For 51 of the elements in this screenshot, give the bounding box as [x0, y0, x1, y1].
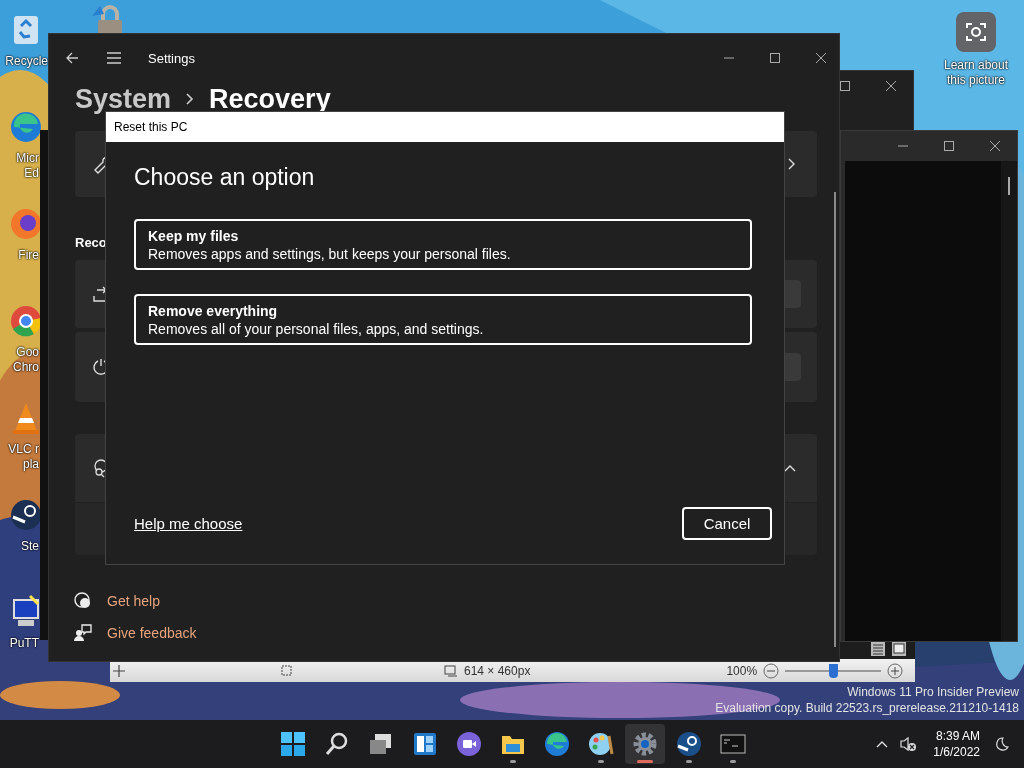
speaker-muted-icon[interactable] — [899, 736, 918, 752]
help-chat-icon — [73, 591, 93, 611]
window-title: Settings — [148, 50, 195, 66]
section-heading: Reco — [75, 235, 107, 250]
help-link[interactable]: Get help — [107, 593, 160, 609]
watermark-text: Windows 11 Pro Insider Preview — [847, 684, 1019, 700]
maximize-icon[interactable] — [769, 52, 781, 64]
selection-icon — [280, 663, 294, 678]
slider-thumb[interactable] — [829, 663, 839, 678]
steam-icon — [675, 730, 703, 758]
dialog-heading: Choose an option — [134, 164, 316, 191]
option-button[interactable]: Remove everything Removes all of your personal files, apps, and settings. — [134, 294, 752, 345]
help-link[interactable]: Give feedback — [107, 625, 197, 641]
video-chat-icon — [455, 730, 483, 758]
moon-icon[interactable] — [994, 736, 1010, 752]
feedback-icon — [73, 623, 93, 643]
watermark-text: Evaluation copy. Build 22523.rs_prerelease.211210-1418 — [715, 700, 1019, 716]
canvas-size-icon — [444, 663, 458, 678]
breadcrumb-link[interactable]: System — [75, 83, 172, 115]
back-icon[interactable] — [65, 51, 79, 65]
page-title: Recovery — [209, 83, 331, 115]
help-link[interactable]: Help me choose — [134, 515, 243, 532]
scrollbar[interactable] — [834, 192, 836, 647]
camera-focus-icon[interactable] — [956, 12, 996, 52]
zoom-text: 100% — [726, 663, 758, 678]
dialog-title: Reset this PC — [114, 120, 188, 134]
close-icon[interactable] — [885, 80, 897, 92]
clock[interactable]: 8:39 AM 1/6/2022 — [933, 728, 980, 760]
move-icon — [112, 663, 126, 678]
zoom-out-icon[interactable] — [763, 662, 780, 679]
maximize-icon[interactable] — [839, 80, 851, 92]
chevron-right-icon — [787, 157, 797, 171]
gear-icon — [631, 730, 659, 758]
widgets-icon — [411, 730, 439, 758]
icon-label[interactable]: Ste — [21, 539, 39, 554]
browser-icon — [8, 109, 44, 145]
windows-logo-icon — [279, 730, 307, 758]
zoom-in-icon[interactable] — [887, 662, 904, 679]
cancel-button[interactable]: Cancel — [682, 507, 772, 540]
image-size-text: 614 × 460px — [464, 663, 531, 678]
close-icon[interactable] — [989, 140, 1001, 152]
menu-icon[interactable] — [106, 51, 122, 65]
browser-icon — [543, 730, 571, 758]
option-button[interactable]: Keep my files Removes apps and settings, but keeps your personal files. — [134, 219, 752, 270]
palette-icon — [587, 730, 615, 758]
chevron-up-icon[interactable] — [875, 739, 890, 749]
maximize-icon[interactable] — [943, 140, 955, 152]
scrollbar-thumb[interactable] — [1008, 177, 1010, 195]
chevron-right-icon — [185, 92, 196, 106]
close-icon[interactable] — [815, 52, 827, 64]
icon-label[interactable]: PuTT — [9, 636, 39, 651]
